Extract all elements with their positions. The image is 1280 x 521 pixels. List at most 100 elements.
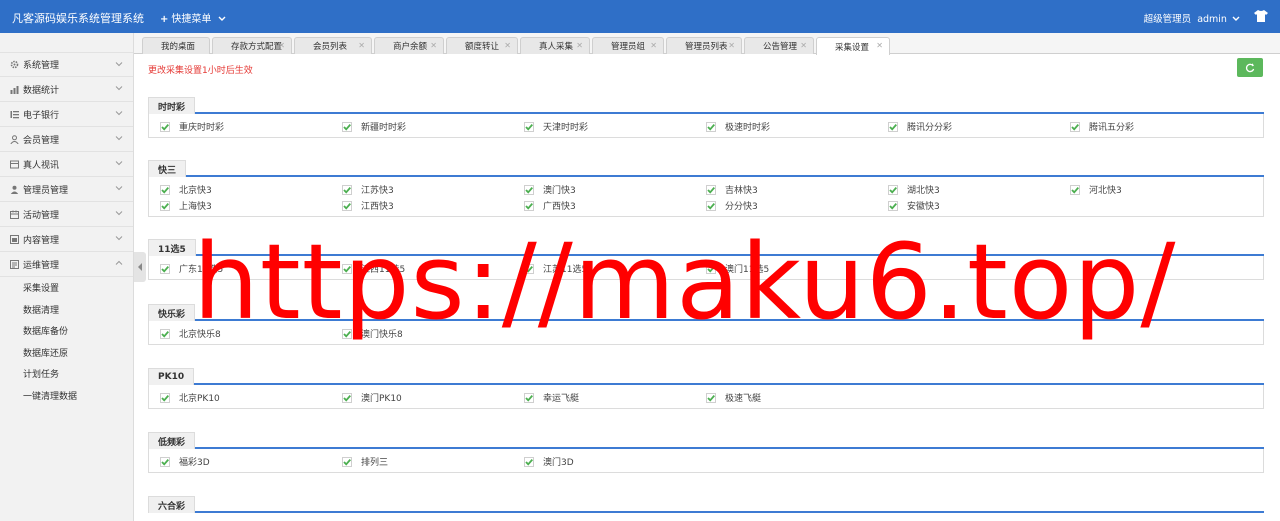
lottery-checkbox[interactable]: 广西快3 bbox=[524, 199, 706, 212]
sidebar-item[interactable]: 电子银行 bbox=[0, 102, 133, 127]
lottery-checkbox[interactable]: 澳门3D bbox=[524, 455, 706, 468]
sidebar-item[interactable]: 真人视讯 bbox=[0, 152, 133, 177]
close-icon[interactable]: ✕ bbox=[800, 41, 807, 50]
tab-label: 公告管理 bbox=[763, 42, 798, 52]
tab[interactable]: 真人采集 ✕ bbox=[520, 37, 590, 54]
check-icon[interactable] bbox=[160, 121, 170, 132]
lottery-checkbox[interactable]: 新疆时时彩 bbox=[342, 120, 524, 133]
lottery-checkbox[interactable]: 天津时时彩 bbox=[524, 120, 706, 133]
check-icon[interactable] bbox=[706, 184, 716, 195]
close-icon[interactable]: ✕ bbox=[430, 41, 437, 50]
close-icon[interactable]: ✕ bbox=[504, 41, 511, 50]
lottery-checkbox[interactable]: 分分快3 bbox=[706, 199, 888, 212]
close-icon[interactable]: ✕ bbox=[358, 41, 365, 50]
lottery-checkbox[interactable]: 极速时时彩 bbox=[706, 120, 888, 133]
lottery-label: 澳门PK10 bbox=[361, 394, 402, 404]
sidebar-item[interactable]: 活动管理 bbox=[0, 202, 133, 227]
skin-shirt-icon[interactable] bbox=[1254, 10, 1268, 22]
lottery-checkbox[interactable]: 北京PK10 bbox=[160, 391, 342, 404]
sidebar-collapse-handle[interactable] bbox=[134, 252, 146, 282]
lottery-checkbox[interactable]: 澳门快3 bbox=[524, 183, 706, 196]
sidebar-subitem[interactable]: 计划任务 bbox=[0, 363, 133, 385]
check-icon[interactable] bbox=[1070, 121, 1080, 132]
check-icon[interactable] bbox=[706, 200, 716, 211]
section-options: 北京快3 江苏快3 澳门快3 吉林快3 湖北快3 河北快3 上海快3 江西快3 广西快3 分分快3… bbox=[148, 177, 1264, 217]
lottery-label: 河北快3 bbox=[1089, 186, 1122, 196]
tab[interactable]: 额度转让 ✕ bbox=[446, 37, 518, 54]
check-icon[interactable] bbox=[160, 263, 170, 274]
sidebar-item[interactable]: 会员管理 bbox=[0, 127, 133, 152]
check-icon[interactable] bbox=[1070, 184, 1080, 195]
lottery-checkbox[interactable]: 河北快3 bbox=[1070, 183, 1252, 196]
lottery-checkbox[interactable]: 幸运飞艇 bbox=[524, 391, 706, 404]
refresh-button[interactable] bbox=[1237, 58, 1263, 77]
sidebar-item[interactable]: 运维管理 bbox=[0, 252, 133, 277]
lottery-checkbox[interactable]: 安徽快3 bbox=[888, 199, 1070, 212]
lottery-checkbox[interactable]: 澳门PK10 bbox=[342, 391, 524, 404]
calendar-icon bbox=[10, 210, 19, 219]
chevron-down-icon bbox=[115, 111, 123, 116]
close-icon[interactable]: ✕ bbox=[650, 41, 657, 50]
lottery-checkbox[interactable]: 湖北快3 bbox=[888, 183, 1070, 196]
lottery-checkbox[interactable]: 吉林快3 bbox=[706, 183, 888, 196]
check-icon[interactable] bbox=[524, 456, 534, 467]
quick-menu-button[interactable]: + 快捷菜单 bbox=[160, 10, 226, 25]
lottery-section: 快三 北京快3 江苏快3 澳门快3 吉林快3 湖北快3 河北快3 上海快3 江西快3 广西快3 分分… bbox=[148, 160, 1264, 217]
tab[interactable]: 管理员列表 ✕ bbox=[666, 37, 742, 54]
content-icon bbox=[10, 234, 19, 244]
check-icon[interactable] bbox=[706, 121, 716, 132]
check-icon[interactable] bbox=[160, 184, 170, 195]
sidebar-item[interactable]: 内容管理 bbox=[0, 227, 133, 252]
sidebar-subitem[interactable]: 一键清理数据 bbox=[0, 385, 133, 407]
tab-label: 商户余额 bbox=[393, 42, 428, 52]
tab[interactable]: 商户余额 ✕ bbox=[374, 37, 444, 54]
check-icon[interactable] bbox=[706, 392, 716, 403]
check-icon[interactable] bbox=[342, 121, 352, 132]
check-icon[interactable] bbox=[524, 200, 534, 211]
check-icon[interactable] bbox=[888, 200, 898, 211]
sidebar-item[interactable]: 系统管理 bbox=[0, 52, 133, 77]
sidebar-subitem[interactable]: 数据库还原 bbox=[0, 342, 133, 364]
close-icon[interactable]: ✕ bbox=[576, 41, 583, 50]
tab[interactable]: 管理员组 ✕ bbox=[592, 37, 664, 54]
check-icon[interactable] bbox=[524, 121, 534, 132]
lottery-checkbox[interactable]: 北京快3 bbox=[160, 183, 342, 196]
check-icon[interactable] bbox=[342, 392, 352, 403]
check-icon[interactable] bbox=[524, 392, 534, 403]
check-icon[interactable] bbox=[888, 184, 898, 195]
check-icon[interactable] bbox=[160, 456, 170, 467]
tab-active[interactable]: 采集设置 ✕ bbox=[816, 37, 890, 55]
tab[interactable]: 存款方式配置 ✕ bbox=[212, 37, 292, 54]
sidebar-item-label: 真人视讯 bbox=[23, 160, 60, 171]
close-icon[interactable]: ✕ bbox=[728, 41, 735, 50]
lottery-checkbox[interactable]: 排列三 bbox=[342, 455, 524, 468]
check-icon[interactable] bbox=[160, 392, 170, 403]
sidebar-item[interactable]: 管理员管理 bbox=[0, 177, 133, 202]
sidebar-item-label: 活动管理 bbox=[23, 210, 60, 221]
check-icon[interactable] bbox=[342, 184, 352, 195]
sidebar-subitem[interactable]: 数据库备份 bbox=[0, 320, 133, 342]
lottery-checkbox[interactable]: 上海快3 bbox=[160, 199, 342, 212]
tab[interactable]: 我的桌面 bbox=[142, 37, 210, 54]
lottery-checkbox[interactable]: 腾讯分分彩 bbox=[888, 120, 1070, 133]
lottery-checkbox[interactable]: 江西快3 bbox=[342, 199, 524, 212]
check-icon[interactable] bbox=[342, 456, 352, 467]
tab[interactable]: 公告管理 ✕ bbox=[744, 37, 814, 54]
lottery-checkbox[interactable]: 江苏快3 bbox=[342, 183, 524, 196]
check-icon[interactable] bbox=[160, 200, 170, 211]
lottery-checkbox[interactable]: 重庆时时彩 bbox=[160, 120, 342, 133]
tab[interactable]: 会员列表 ✕ bbox=[294, 37, 372, 54]
user-menu[interactable]: 超级管理员 admin bbox=[1144, 11, 1240, 25]
sidebar-subitem[interactable]: 采集设置 bbox=[0, 277, 133, 299]
close-icon[interactable]: ✕ bbox=[876, 41, 883, 50]
lottery-checkbox[interactable]: 腾讯五分彩 bbox=[1070, 120, 1252, 133]
check-icon[interactable] bbox=[160, 328, 170, 339]
check-icon[interactable] bbox=[888, 121, 898, 132]
lottery-checkbox[interactable]: 极速飞艇 bbox=[706, 391, 888, 404]
close-icon[interactable]: ✕ bbox=[278, 41, 285, 50]
sidebar-item[interactable]: 数据统计 bbox=[0, 77, 133, 102]
lottery-checkbox[interactable]: 福彩3D bbox=[160, 455, 342, 468]
check-icon[interactable] bbox=[342, 200, 352, 211]
check-icon[interactable] bbox=[524, 184, 534, 195]
sidebar-subitem[interactable]: 数据清理 bbox=[0, 299, 133, 321]
